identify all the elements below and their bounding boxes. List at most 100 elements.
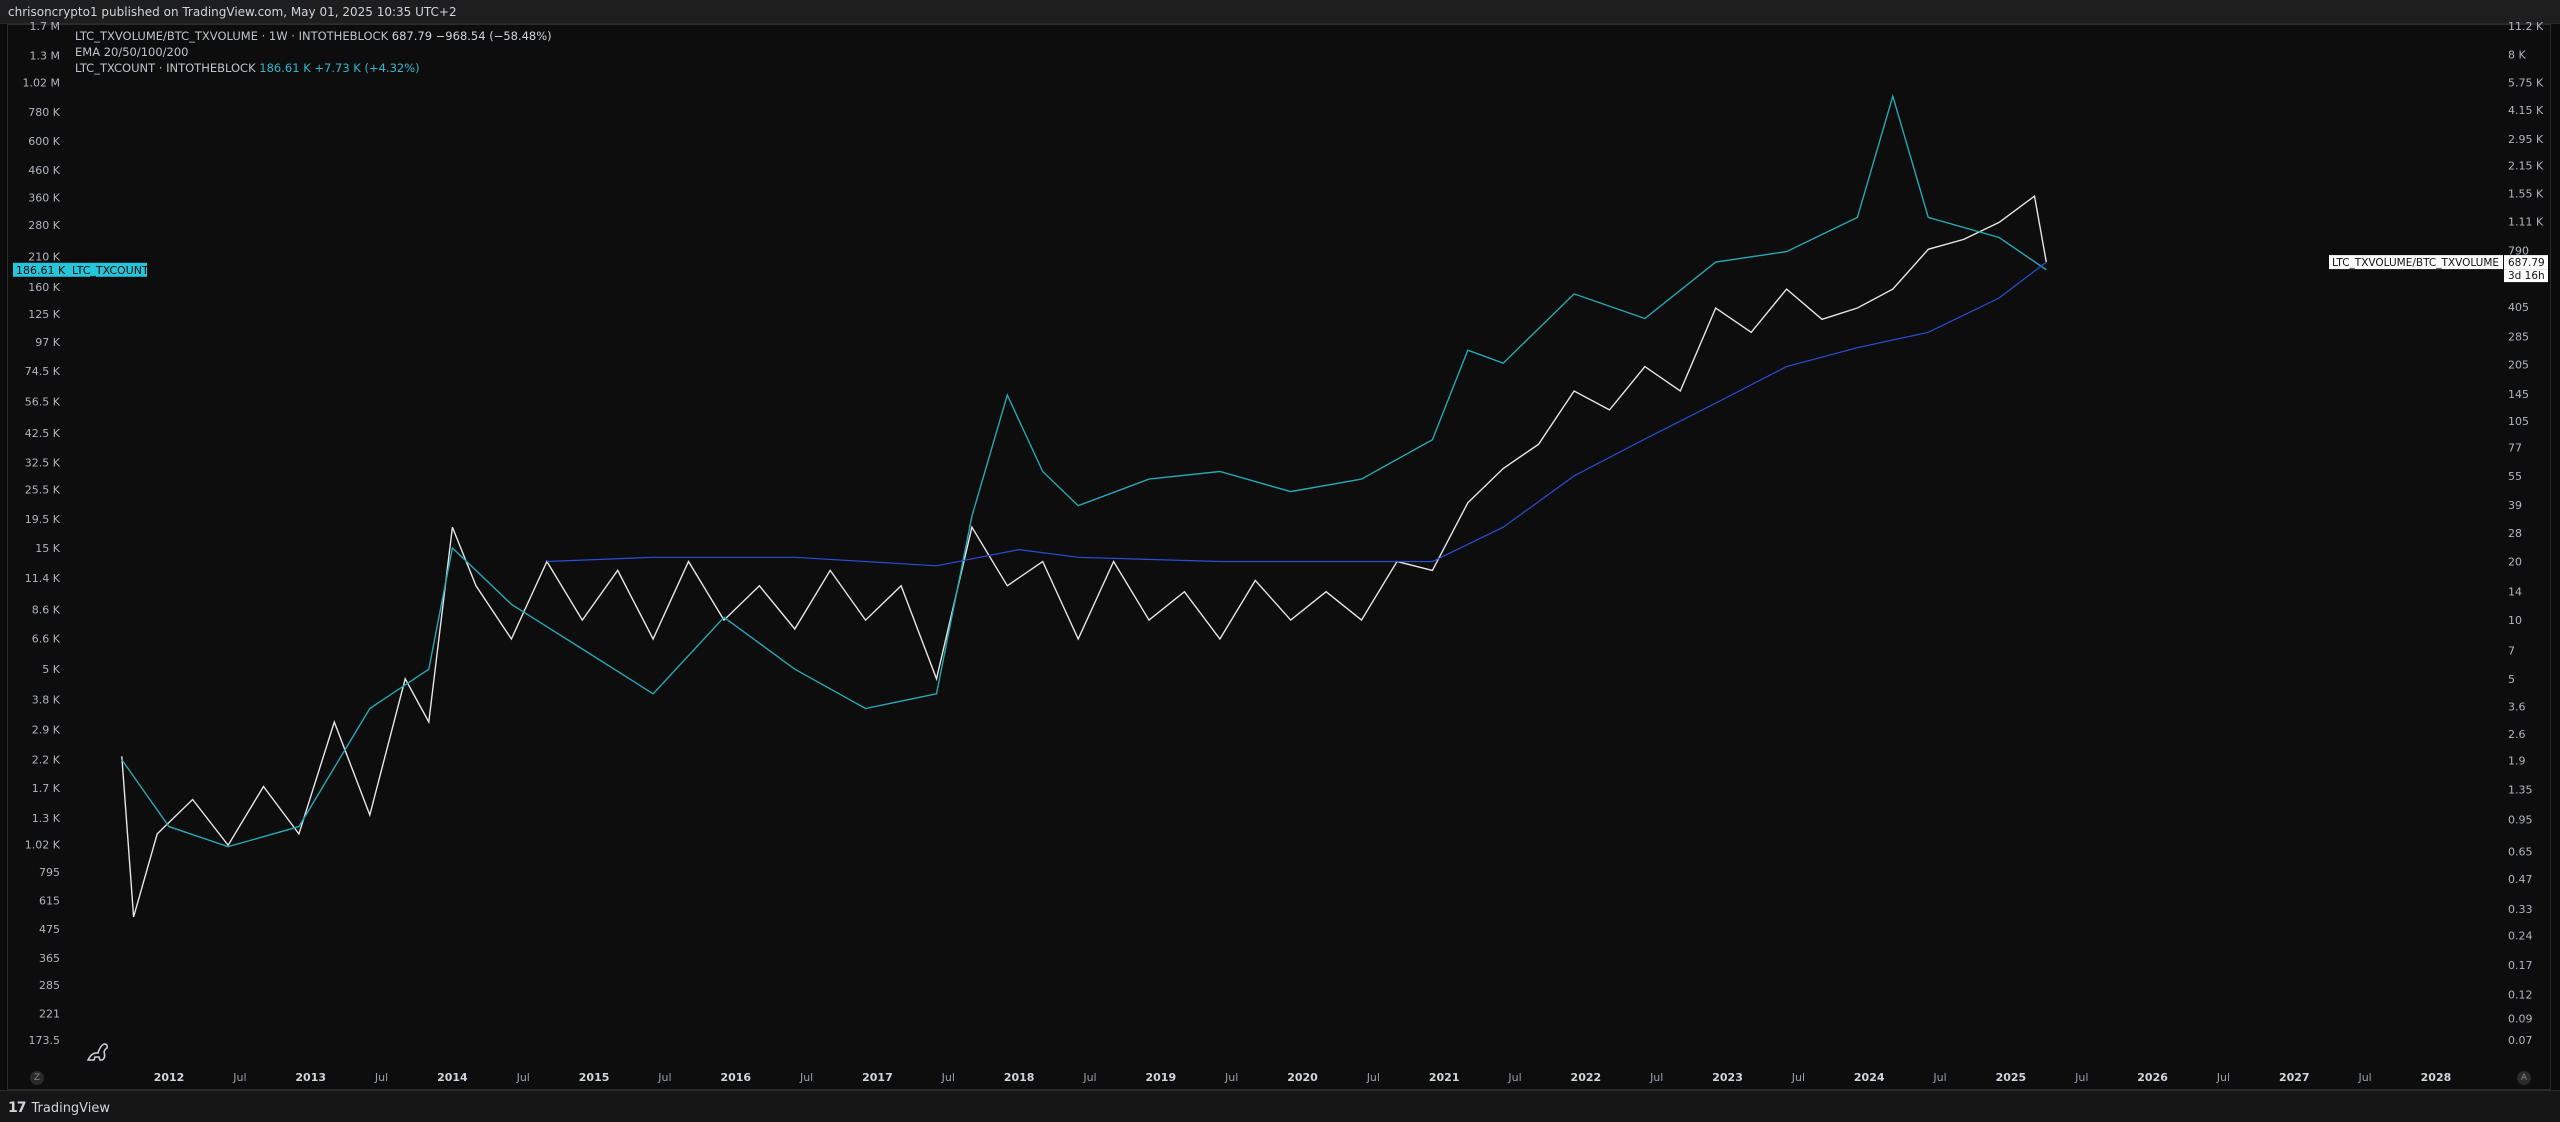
right-axis-tick-label: 4.15 K — [2508, 104, 2544, 117]
right-axis-tick-label: 1.9 — [2508, 755, 2526, 768]
x-axis-tick-label: Jul — [1649, 1071, 1663, 1084]
series-line-ltc-txcount[interactable] — [121, 93, 2047, 848]
right-axis-tick-label: 0.65 — [2508, 845, 2533, 858]
right-axis-tick-label: 145 — [2508, 388, 2529, 401]
x-axis-tick-label: Jul — [799, 1071, 813, 1084]
x-axis-tick-label: Jul — [1366, 1071, 1380, 1084]
x-axis-tick-label: 2016 — [720, 1071, 751, 1084]
x-axis-tick-label: 2015 — [579, 1071, 610, 1084]
left-axis-tick-label: 2.9 K — [32, 723, 61, 736]
tradingview-logo[interactable]: 17 TradingView — [8, 1100, 110, 1116]
right-axis-tick-label: 39 — [2508, 499, 2522, 512]
legend-main-symbol[interactable]: LTC_TXVOLUME/BTC_TXVOLUME · 1W · INTOTHE… — [75, 29, 388, 43]
left-axis-tick-label: 74.5 K — [25, 365, 61, 378]
x-axis-tick-label: 2020 — [1287, 1071, 1318, 1084]
left-axis-tick-label: 221 — [39, 1007, 60, 1020]
right-axis-tick-label: 0.12 — [2508, 988, 2533, 1001]
left-axis-tick-label: 160 K — [28, 281, 60, 294]
left-axis-tick-label: 25.5 K — [25, 483, 61, 496]
right-axis-tick-label: 3.6 — [2508, 701, 2526, 714]
left-axis-tick-label: 11.4 K — [25, 572, 61, 585]
left-axis-tick-label: 5 K — [42, 663, 60, 676]
left-axis-tick-label: 42.5 K — [25, 427, 61, 440]
x-axis-tick-label: 2022 — [1571, 1071, 1602, 1084]
right-axis-tick-label: 0.09 — [2508, 1013, 2533, 1026]
chart-svg[interactable]: 1.7 M 1.3 M 1.02 M 780 K 600 K 460 K 360 K 280 … — [0, 0, 2560, 1122]
bottom-bar: 17 TradingView — [0, 1090, 2560, 1122]
x-axis-tick-label: Jul — [2216, 1071, 2230, 1084]
x-axis-tick-label: 2027 — [2279, 1071, 2310, 1084]
series-layer — [121, 93, 2047, 918]
left-axis-tick-label: 210 K — [28, 251, 60, 264]
zoom-reset-button[interactable]: Z — [30, 1071, 44, 1085]
x-axis-tick-label: Jul — [2074, 1071, 2088, 1084]
left-axis-tick-label: 15 K — [35, 542, 60, 555]
right-axis-tick-label: 2.6 — [2508, 728, 2526, 741]
right-axis-tick-label: 7 — [2508, 644, 2515, 657]
left-axis-tick-label: 1.02 M — [23, 76, 60, 89]
right-axis-tick-label: 20 — [2508, 555, 2522, 568]
x-axis-tick-label: Jul — [232, 1071, 246, 1084]
right-axis-tick-label: 2.95 K — [2508, 133, 2544, 146]
x-axis-tick-label: 2028 — [2421, 1071, 2452, 1084]
left-axis-tick-label: 56.5 K — [25, 396, 61, 409]
legend-overlay-change: +7.73 K (+4.32%) — [314, 61, 420, 75]
right-axis-tick-label: 5.75 K — [2508, 76, 2544, 89]
left-axis-tick-label: 125 K — [28, 308, 60, 321]
right-axis-tick-label: 105 — [2508, 415, 2529, 428]
right-axis-tick-label: 8 K — [2508, 48, 2526, 61]
right-axis-tick-label: 55 — [2508, 470, 2522, 483]
left-axis-tick-label: 475 — [39, 923, 60, 936]
x-axis-tick-label: Jul — [941, 1071, 955, 1084]
x-axis-tick-label: 2021 — [1429, 1071, 1460, 1084]
right-axis-tick-label: 77 — [2508, 441, 2522, 454]
left-axis-tick-label: 1.02 K — [25, 839, 61, 852]
series-line-ltc-txvolume-btc-txvolume[interactable] — [121, 194, 2047, 918]
right-axis-tick-label: 0.47 — [2508, 873, 2533, 886]
right-badge-label: LTC_TXVOLUME/BTC_TXVOLUME — [2332, 257, 2499, 269]
right-badge-countdown: 3d 16h — [2508, 270, 2545, 282]
x-axis-tick-label: 2026 — [2137, 1071, 2168, 1084]
left-axis-tick-label: 1.7 M — [30, 20, 60, 33]
x-axis-tick-label: Jul — [1791, 1071, 1805, 1084]
legend-ema[interactable]: EMA 20/50/100/200 — [75, 45, 189, 59]
legend-overlay-symbol[interactable]: LTC_TXCOUNT · INTOTHEBLOCK — [75, 61, 256, 75]
right-axis-tick-label: 0.95 — [2508, 813, 2533, 826]
right-axis-tick-label: 1.55 K — [2508, 187, 2544, 200]
left-axis-tick-label: 3.8 K — [32, 693, 61, 706]
legend-main-row: LTC_TXVOLUME/BTC_TXVOLUME · 1W · INTOTHE… — [75, 28, 552, 44]
x-axis-tick-label: Jul — [657, 1071, 671, 1084]
right-axis-tick-label: 14 — [2508, 586, 2522, 599]
right-axis-tick-label: 11.2 K — [2508, 20, 2544, 33]
left-axis-tick-label: 1.7 K — [32, 782, 61, 795]
right-axis-tick-label: 285 — [2508, 331, 2529, 344]
x-axis-tick-label: 2017 — [862, 1071, 893, 1084]
right-axis-tick-label: 2.15 K — [2508, 160, 2544, 173]
left-badge-value: 186.61 K — [16, 264, 66, 277]
x-axis-tick-label: 2018 — [1004, 1071, 1035, 1084]
left-axis-tick-label: 32.5 K — [25, 457, 61, 470]
left-axis-tick-label: 460 K — [28, 164, 60, 177]
right-badge-value: 687.79 — [2508, 257, 2545, 269]
right-axis-tick-label: 0.17 — [2508, 959, 2533, 972]
right-axis-tick-label: 1.35 — [2508, 784, 2533, 797]
x-axis-tick-label: Jul — [1932, 1071, 1946, 1084]
x-axis: 2012 Jul 2013 Jul 2014 Jul 2015 Jul 2016 Jul 2017 J… — [154, 1071, 2452, 1084]
left-axis-tick-label: 780 K — [28, 106, 60, 119]
x-axis-tick-label: 2025 — [1996, 1071, 2027, 1084]
dinosaur-icon[interactable] — [84, 1038, 112, 1066]
tradingview-brand: TradingView — [31, 1100, 111, 1116]
left-axis-tick-label: 19.5 K — [25, 513, 61, 526]
badges: 186.61 K LTC_TXCOUNT LTC_TXVOLUME/BTC_TXVO… — [13, 255, 2548, 283]
legend-overlay-value: 186.61 K — [259, 61, 311, 75]
x-axis-tick-label: 2012 — [154, 1071, 185, 1084]
x-axis-tick-label: Jul — [2357, 1071, 2371, 1084]
series-line-ema[interactable] — [546, 261, 2047, 567]
left-badge-label: LTC_TXCOUNT — [72, 264, 149, 277]
right-axis-tick-label: 0.07 — [2508, 1034, 2533, 1047]
left-axis-tick-label: 173.5 — [29, 1034, 61, 1047]
x-axis-tick-label: 2014 — [437, 1071, 468, 1084]
left-axis-tick-label: 365 — [39, 952, 60, 965]
left-axis-tick-label: 1.3 M — [30, 50, 60, 63]
auto-scale-button[interactable]: A — [2517, 1071, 2531, 1085]
